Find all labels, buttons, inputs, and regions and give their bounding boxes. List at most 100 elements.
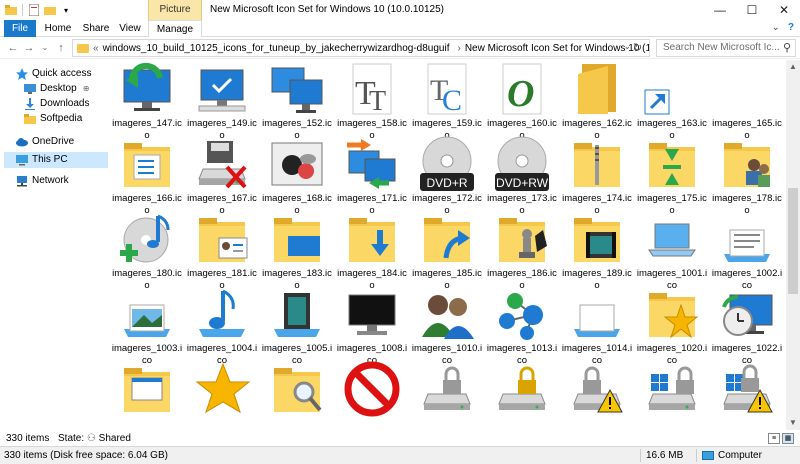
back-button[interactable]: ←	[6, 40, 20, 56]
scroll-thumb[interactable]	[788, 188, 798, 294]
close-button[interactable]: ✕	[768, 0, 800, 20]
vertical-scrollbar[interactable]: ▲ ▼	[786, 60, 800, 430]
new-folder-icon[interactable]	[43, 3, 57, 17]
chevron-right-icon[interactable]: ›	[457, 43, 460, 54]
recent-locations-button[interactable]: ⌄	[38, 40, 52, 56]
breadcrumb-item[interactable]: windows_10_build_10125_icons_for_tuneup_…	[103, 43, 450, 54]
file-item[interactable]	[260, 360, 334, 418]
file-item[interactable]: imageres_178.ico	[710, 135, 784, 217]
nav-item-softpedia[interactable]: Softpedia	[24, 111, 82, 127]
file-item[interactable]: imageres_1013.ico	[485, 285, 559, 367]
properties-icon[interactable]	[27, 3, 41, 17]
file-item[interactable]: imageres_1020.ico	[635, 285, 709, 367]
file-item[interactable]: imageres_186.ico	[485, 210, 559, 292]
forward-button[interactable]: →	[22, 40, 36, 56]
nav-item-downloads[interactable]: Downloads	[24, 96, 89, 112]
up-button[interactable]: ↑	[54, 40, 68, 56]
search-input[interactable]: Search New Microsoft Ic... ⚲	[656, 39, 796, 57]
file-item[interactable]	[635, 360, 709, 418]
file-item[interactable]	[410, 360, 484, 418]
file-item[interactable]: imageres_174.ico	[560, 135, 634, 217]
svg-text:C: C	[442, 84, 462, 117]
file-item[interactable]: imageres_175.ico	[635, 135, 709, 217]
file-item[interactable]: imageres_189.ico	[560, 210, 634, 292]
scroll-up-icon[interactable]: ▲	[786, 60, 800, 74]
tab-file[interactable]: File	[4, 20, 36, 37]
nav-item-onedrive[interactable]: OneDrive	[16, 134, 74, 150]
file-item[interactable]	[335, 360, 409, 418]
folder-icon[interactable]	[4, 3, 18, 17]
search-icon[interactable]: ⚲	[783, 40, 791, 56]
file-item[interactable]: imageres_163.ico	[635, 60, 709, 142]
nav-item-desktop[interactable]: Desktop ⊕	[24, 81, 89, 97]
file-item[interactable]: imageres_1005.ico	[260, 285, 334, 367]
address-bar[interactable]: « windows_10_build_10125_icons_for_tuneu…	[72, 39, 650, 57]
file-item[interactable]: imageres_185.ico	[410, 210, 484, 292]
file-item[interactable]: DVD+R imageres_172.ico	[410, 135, 484, 217]
file-list-view[interactable]: imageres_147.ico imageres_149.ico imageres…	[110, 60, 786, 430]
nav-item-this-pc[interactable]: This PC	[4, 152, 108, 168]
drive-warning-icon	[568, 360, 626, 418]
address-dropdown-icon[interactable]: ⌄	[623, 41, 631, 52]
file-item[interactable]: imageres_1014.ico	[560, 285, 634, 367]
customize-icon[interactable]: ▾	[59, 3, 73, 17]
file-item[interactable]: imageres_152.ico	[260, 60, 334, 142]
tab-view[interactable]: View	[116, 20, 144, 37]
file-item[interactable]: imageres_1002.ico	[710, 210, 784, 292]
file-item[interactable]: imageres_168.ico	[260, 135, 334, 217]
separator	[22, 4, 23, 16]
file-item[interactable]: imageres_1022.ico	[710, 285, 784, 367]
nav-item-quick-access[interactable]: Quick access	[16, 66, 91, 82]
file-item[interactable]: imageres_181.ico	[185, 210, 259, 292]
shortcut-arrow-icon	[643, 60, 701, 118]
file-item[interactable]: imageres_165.ico	[710, 60, 784, 142]
file-item[interactable]: imageres_183.ico	[260, 210, 334, 292]
file-item[interactable]	[485, 360, 559, 418]
file-item[interactable]: T Cimageres_159.ico	[410, 60, 484, 142]
file-item[interactable]: imageres_1008.ico	[335, 285, 409, 367]
file-item[interactable]	[110, 360, 184, 418]
help-icon[interactable]: ?	[788, 22, 794, 33]
minimize-button[interactable]: —	[704, 0, 736, 20]
file-item[interactable]: imageres_1003.ico	[110, 285, 184, 367]
file-item[interactable]: Oimageres_160.ico	[485, 60, 559, 142]
breadcrumb-item[interactable]: New Microsoft Icon Set for Windows 10 (1…	[465, 43, 649, 54]
folder-contact-icon	[193, 210, 251, 268]
file-item[interactable]: imageres_167.ico	[185, 135, 259, 217]
breadcrumb-overflow[interactable]: «	[93, 43, 99, 54]
scroll-down-icon[interactable]: ▼	[786, 416, 800, 430]
tab-manage[interactable]: Manage	[148, 20, 202, 38]
file-item[interactable]: imageres_162.ico	[560, 60, 634, 142]
pin-icon[interactable]: ⊕	[83, 81, 90, 97]
window-controls: — ☐ ✕	[704, 0, 800, 20]
file-item[interactable]: imageres_1001.ico	[635, 210, 709, 292]
file-item[interactable]	[710, 360, 784, 418]
maximize-button[interactable]: ☐	[736, 0, 768, 20]
file-item[interactable]: imageres_180.ico	[110, 210, 184, 292]
large-icons-view-icon[interactable]: ▦	[782, 433, 794, 444]
file-item[interactable]: imageres_166.ico	[110, 135, 184, 217]
file-item[interactable]: imageres_1004.ico	[185, 285, 259, 367]
tab-home[interactable]: Home	[40, 20, 76, 37]
separator	[640, 449, 641, 462]
refresh-icon[interactable]: ↻	[633, 41, 647, 54]
details-view-icon[interactable]: ≡	[768, 433, 780, 444]
expand-ribbon-icon[interactable]: ⌄	[772, 22, 780, 33]
file-item[interactable]: imageres_147.ico	[110, 60, 184, 142]
file-item[interactable]: imageres_184.ico	[335, 210, 409, 292]
tab-share[interactable]: Share	[80, 20, 112, 37]
file-item[interactable]: T Timageres_158.ico	[335, 60, 409, 142]
file-item[interactable]	[560, 360, 634, 418]
nav-item-network[interactable]: Network	[16, 173, 69, 189]
folder-star-icon	[643, 285, 701, 343]
nav-label: This PC	[32, 154, 68, 165]
status-bar: 330 items (Disk free space: 6.04 GB) 16.…	[0, 446, 800, 464]
users-icon	[418, 285, 476, 343]
file-item[interactable]	[185, 360, 259, 418]
file-item[interactable]: imageres_1010.ico	[410, 285, 484, 367]
file-item[interactable]: imageres_171.ico	[335, 135, 409, 217]
file-item[interactable]: imageres_149.ico	[185, 60, 259, 142]
address-row: ← → ⌄ ↑ « windows_10_build_10125_icons_f…	[0, 37, 800, 59]
tray-music-icon	[193, 285, 251, 343]
file-item[interactable]: DVD+RW imageres_173.ico	[485, 135, 559, 217]
